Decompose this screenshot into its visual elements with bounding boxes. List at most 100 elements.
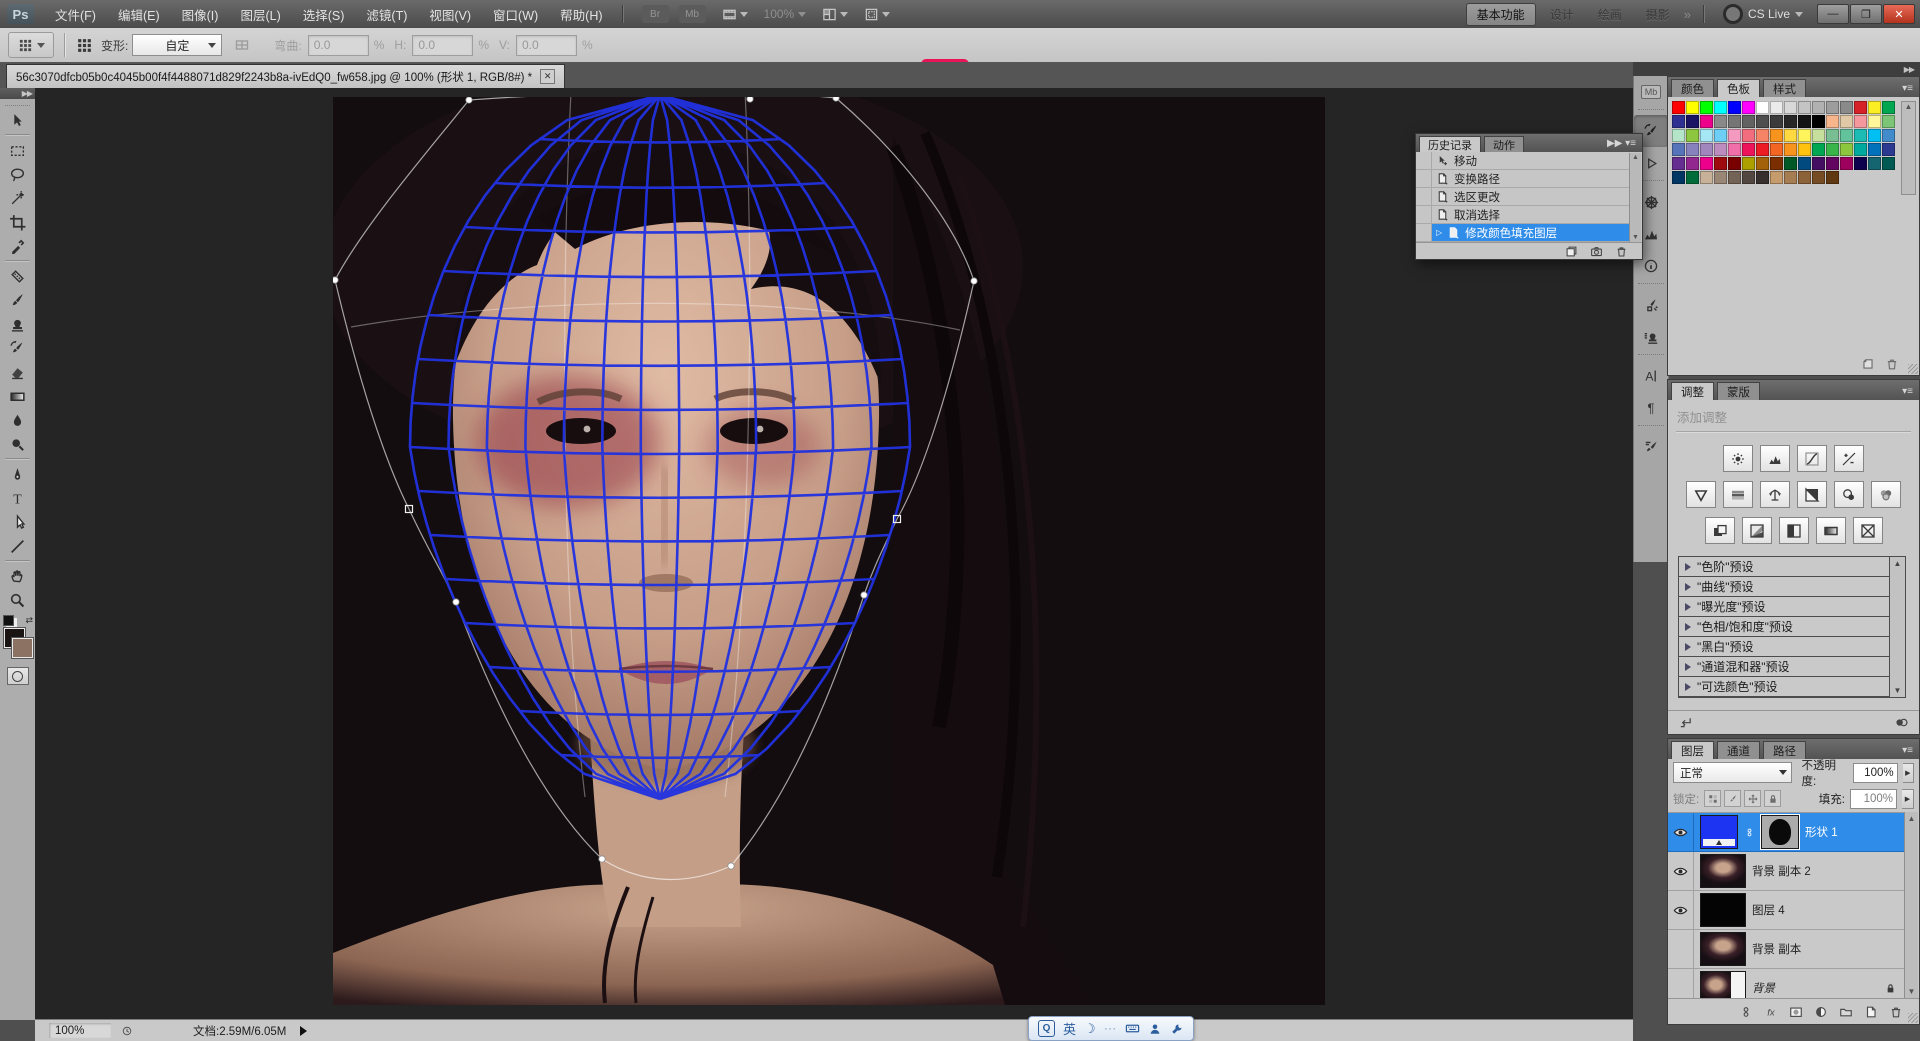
color-swatch[interactable] [1840, 143, 1853, 156]
warp-handle-dot[interactable] [333, 276, 339, 284]
opacity-spinner[interactable]: ▶ [1902, 762, 1914, 783]
visibility-eye-icon[interactable] [1668, 852, 1694, 890]
arrange-documents-button[interactable] [822, 7, 849, 22]
adjustment-scales-icon[interactable] [1760, 481, 1790, 508]
stamp-tool[interactable] [0, 312, 35, 336]
layer-thumbnail[interactable] [1700, 815, 1738, 849]
history-brush-source-checkbox[interactable] [1416, 188, 1432, 205]
history-state-body[interactable]: ▷ 修改颜色填充图层 [1432, 224, 1630, 241]
preset-group-row[interactable]: "可选颜色"预设 [1679, 677, 1905, 697]
history-brush-source-checkbox[interactable] [1416, 206, 1432, 223]
color-swatch[interactable] [1840, 101, 1853, 114]
color-swatch[interactable] [1798, 157, 1811, 170]
color-swatch[interactable] [1826, 171, 1839, 184]
color-swatch[interactable] [1770, 143, 1783, 156]
color-swatch[interactable] [1812, 171, 1825, 184]
color-swatch[interactable] [1742, 157, 1755, 170]
paragraph-panel-icon[interactable]: ¶ [1634, 392, 1668, 424]
panel-menu-icon[interactable]: ▾≡ [1902, 83, 1919, 97]
color-swatch[interactable] [1672, 157, 1685, 170]
layer-row[interactable]: 背景 副本 2 [1668, 852, 1905, 891]
color-swatch[interactable] [1826, 143, 1839, 156]
history-state-row[interactable]: 取消选择 [1416, 206, 1630, 224]
color-swatch[interactable] [1812, 115, 1825, 128]
canvas-area[interactable] [35, 88, 1633, 1020]
color-swatch[interactable] [1784, 115, 1797, 128]
history-tab-历史记录[interactable]: 历史记录 [1419, 136, 1481, 152]
color-swatch[interactable] [1756, 143, 1769, 156]
restore-button[interactable]: ❐ [1850, 4, 1882, 24]
new-document-from-state-icon[interactable] [1565, 245, 1578, 258]
mini-bridge-button[interactable]: Mb [678, 5, 706, 23]
adjustment-poster-icon[interactable] [1741, 517, 1772, 544]
color-swatch[interactable] [1868, 129, 1881, 142]
layer-style-icon[interactable]: fx [1764, 1005, 1778, 1019]
color-swatch[interactable] [1714, 101, 1727, 114]
layer-name[interactable]: 背景 [1752, 980, 1775, 996]
close-button[interactable]: ✕ [1883, 4, 1915, 24]
panel-menu-icon[interactable]: ▶▶ ▾≡ [1607, 138, 1642, 152]
color-swatch[interactable] [1756, 171, 1769, 184]
color-swatch[interactable] [1714, 129, 1727, 142]
document-tab[interactable]: 56c3070dfcb05b0c4045b00f4f4488071d829f22… [6, 64, 566, 88]
new-group-icon[interactable] [1839, 1005, 1853, 1019]
layer-name[interactable]: 图层 4 [1752, 902, 1785, 918]
healing-tool[interactable] [0, 264, 35, 288]
mini-bridge-panel-icon[interactable]: Mb [1634, 76, 1668, 108]
menu-视图[interactable]: 视图(V) [418, 5, 482, 24]
warp-handle-dot[interactable] [598, 855, 606, 863]
color-swatch[interactable] [1854, 157, 1867, 170]
preset-group-row[interactable]: "黑白"预设 [1679, 637, 1905, 657]
toolbox-collapse-button[interactable]: ▶▶ [0, 88, 35, 99]
history-state-body[interactable]: 移动 [1432, 152, 1630, 169]
color-swatch[interactable] [1882, 129, 1895, 142]
ime-language-toggle[interactable]: 英 [1063, 1019, 1076, 1038]
reference-point-grid-icon[interactable] [76, 37, 93, 54]
eraser-tool[interactable] [0, 360, 35, 384]
layer-thumbnail[interactable] [1700, 893, 1746, 927]
color-swatch[interactable] [1868, 101, 1881, 114]
color-swatch[interactable] [1700, 171, 1713, 184]
document-image[interactable] [333, 97, 1325, 1005]
color-swatch[interactable] [1770, 171, 1783, 184]
toolbox-drag-handle[interactable] [5, 99, 30, 106]
history-state-row[interactable]: 移动 [1416, 152, 1630, 170]
color-swatch[interactable] [1728, 157, 1741, 170]
color-swatch[interactable] [1756, 157, 1769, 170]
expand-triangle-icon[interactable] [1685, 662, 1691, 671]
blend-mode-select[interactable]: 正常 [1673, 762, 1793, 783]
opacity-input[interactable]: 100% [1852, 762, 1898, 783]
minimize-button[interactable]: — [1817, 4, 1849, 24]
visibility-toggle-empty[interactable] [1668, 930, 1694, 968]
type-tool[interactable]: T [0, 486, 35, 510]
zoom-tool[interactable] [0, 588, 35, 612]
color-swatch[interactable] [1784, 143, 1797, 156]
menu-选择[interactable]: 选择(S) [292, 5, 356, 24]
preset-group-row[interactable]: "色阶"预设 [1679, 557, 1905, 577]
ime-punctuation-icon[interactable]: ⋯ [1104, 1021, 1117, 1037]
adjustment-bwsplit-icon[interactable] [1797, 481, 1827, 508]
color-swatch[interactable] [1672, 143, 1685, 156]
eyedropper-tool[interactable] [0, 234, 35, 258]
layer-name[interactable]: 背景 副本 2 [1752, 863, 1811, 879]
color-swatch[interactable] [1812, 143, 1825, 156]
color-swatch[interactable] [1868, 157, 1881, 170]
menu-文件[interactable]: 文件(F) [44, 5, 107, 24]
preset-scrollbar[interactable]: ▲ ▼ [1889, 557, 1905, 697]
character-panel-icon[interactable]: A [1634, 360, 1668, 392]
layers-tab-图层[interactable]: 图层 [1671, 741, 1714, 759]
expand-triangle-icon[interactable] [1685, 642, 1691, 651]
color-swatch[interactable] [1826, 115, 1839, 128]
cs-live-button[interactable]: CS Live [1722, 4, 1803, 24]
lockpix-button[interactable] [1724, 790, 1742, 807]
fill-spinner[interactable]: ▶ [1902, 788, 1914, 809]
adjustment-curves-icon[interactable] [1797, 445, 1827, 472]
adjust-tab-蒙版[interactable]: 蒙版 [1717, 382, 1760, 400]
adjustment-vib-icon[interactable] [1686, 481, 1716, 508]
layer-row[interactable]: 背景 [1668, 969, 1905, 998]
color-swatch[interactable] [1770, 115, 1783, 128]
add-mask-icon[interactable] [1789, 1005, 1803, 1019]
color-swatch[interactable] [1714, 157, 1727, 170]
warp-handle-dot[interactable] [727, 862, 735, 870]
new-snapshot-icon[interactable] [1590, 245, 1603, 258]
